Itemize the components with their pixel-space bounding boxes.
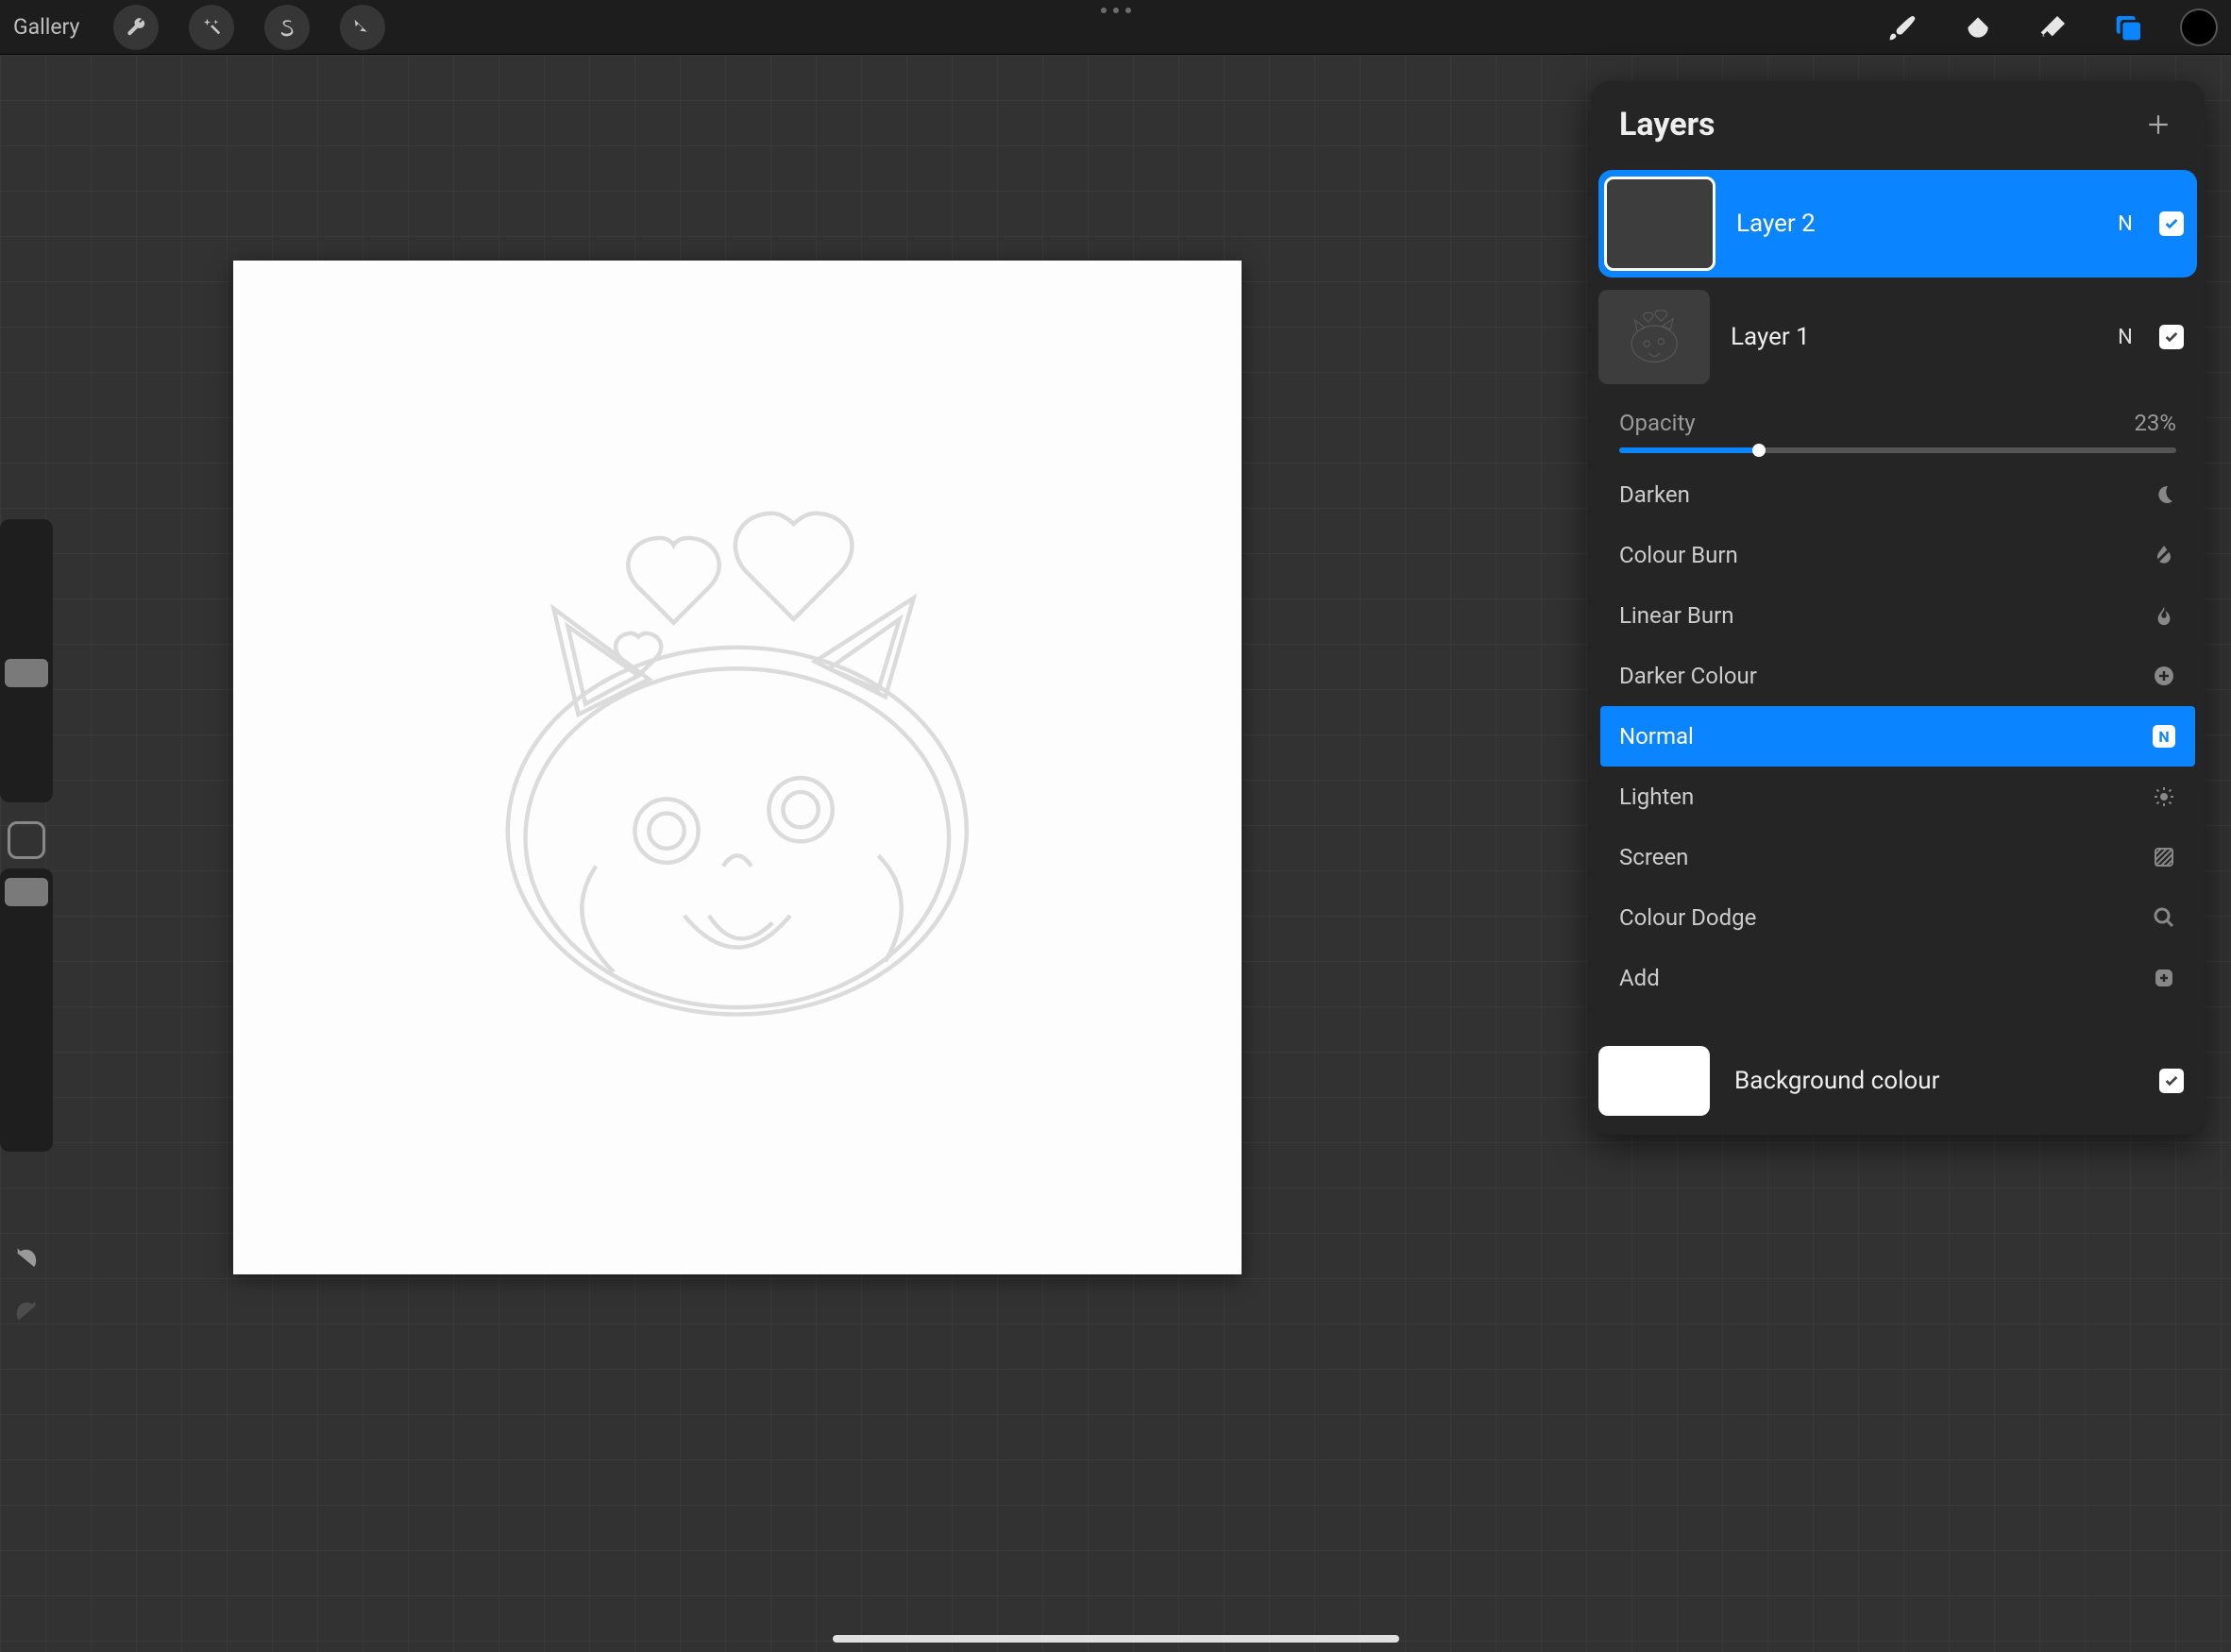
layer-visibility-checkbox[interactable] (2159, 211, 2184, 236)
add-layer-button[interactable] (2144, 110, 2172, 139)
layer-blend-abbr[interactable]: N (2112, 326, 2138, 349)
layer-thumbnail (1604, 177, 1716, 271)
blend-mode-label: Add (1619, 965, 1660, 991)
layer-thumbnail (1598, 290, 1710, 384)
layer-name: Layer 1 (1731, 323, 2091, 351)
opacity-value: 23% (2134, 410, 2176, 436)
modify-menu-icon[interactable] (1101, 8, 1131, 13)
layer-row-layer2[interactable]: Layer 2 N (1598, 170, 2197, 278)
actions-wrench-icon[interactable] (113, 5, 159, 50)
background-visibility-checkbox[interactable] (2159, 1069, 2184, 1093)
opacity-label: Opacity (1619, 410, 1696, 436)
badge-n-icon: N (2152, 724, 2176, 749)
color-picker-swatch[interactable] (2180, 8, 2218, 46)
background-layer-row[interactable]: Background colour (1591, 1033, 2205, 1116)
background-thumbnail (1598, 1046, 1710, 1116)
sketch-content (384, 413, 1090, 1122)
blend-mode-label: Darker Colour (1619, 663, 1757, 689)
moon-icon (2152, 482, 2176, 507)
blend-mode-option[interactable]: Screen (1600, 827, 2195, 887)
modifier-button[interactable] (8, 821, 45, 859)
blend-mode-option[interactable]: Normal N (1600, 706, 2195, 767)
background-label: Background colour (1734, 1067, 2135, 1095)
opacity-slider[interactable] (1619, 447, 2176, 453)
redo-button[interactable] (13, 1299, 40, 1329)
blend-mode-list[interactable]: Darken Colour Burn Linear Burn Darker Colou… (1600, 464, 2195, 1008)
transform-arrow-icon[interactable] (340, 5, 385, 50)
undo-button[interactable] (13, 1246, 40, 1276)
plus-circ-icon (2152, 664, 2176, 688)
blend-mode-option[interactable]: Colour Dodge (1600, 887, 2195, 948)
gallery-link[interactable]: Gallery (13, 14, 79, 40)
layers-tool-icon[interactable] (2101, 8, 2157, 46)
hatch-icon (2152, 845, 2176, 869)
layers-panel-title: Layers (1619, 106, 1716, 143)
blend-mode-option[interactable]: Darken (1600, 464, 2195, 525)
layer-name: Layer 2 (1736, 210, 2091, 238)
magnify-icon (2152, 905, 2176, 930)
blend-mode-option[interactable]: Colour Burn (1600, 525, 2195, 585)
top-toolbar: Gallery (0, 0, 2231, 55)
blend-mode-label: Colour Dodge (1619, 904, 1756, 931)
layer-row-layer1[interactable]: Layer 1 N (1591, 281, 2205, 393)
layer-blend-abbr[interactable]: N (2112, 212, 2138, 236)
blend-mode-label: Lighten (1619, 784, 1694, 810)
drop-off-icon (2152, 543, 2176, 567)
plus-sq-icon (2152, 966, 2176, 990)
blend-mode-label: Normal (1619, 723, 1694, 750)
left-sidebar (0, 519, 53, 1161)
blend-mode-label: Screen (1619, 844, 1688, 870)
adjustments-wand-icon[interactable] (189, 5, 234, 50)
blend-mode-option[interactable]: Lighten (1600, 767, 2195, 827)
eraser-tool-icon[interactable] (2025, 8, 2082, 46)
blend-mode-label: Darken (1619, 481, 1690, 508)
brush-opacity-slider[interactable] (0, 868, 53, 1152)
layers-panel: Layers Layer 2 N (1591, 81, 2205, 1135)
layer-visibility-checkbox[interactable] (2159, 325, 2184, 349)
selection-s-icon[interactable] (264, 5, 310, 50)
brush-size-slider[interactable] (0, 519, 53, 802)
blend-mode-option[interactable]: Linear Burn (1600, 585, 2195, 646)
blend-mode-label: Colour Burn (1619, 542, 1738, 568)
brush-tool-icon[interactable] (1874, 8, 1931, 46)
blend-mode-label: Linear Burn (1619, 602, 1733, 629)
blend-mode-option[interactable]: Add (1600, 948, 2195, 1008)
blend-mode-option[interactable]: Darker Colour (1600, 646, 2195, 706)
smudge-tool-icon[interactable] (1950, 8, 2006, 46)
home-indicator (833, 1635, 1399, 1643)
sun-icon (2152, 784, 2176, 809)
flame-icon (2152, 603, 2176, 628)
artboard[interactable] (233, 261, 1242, 1274)
